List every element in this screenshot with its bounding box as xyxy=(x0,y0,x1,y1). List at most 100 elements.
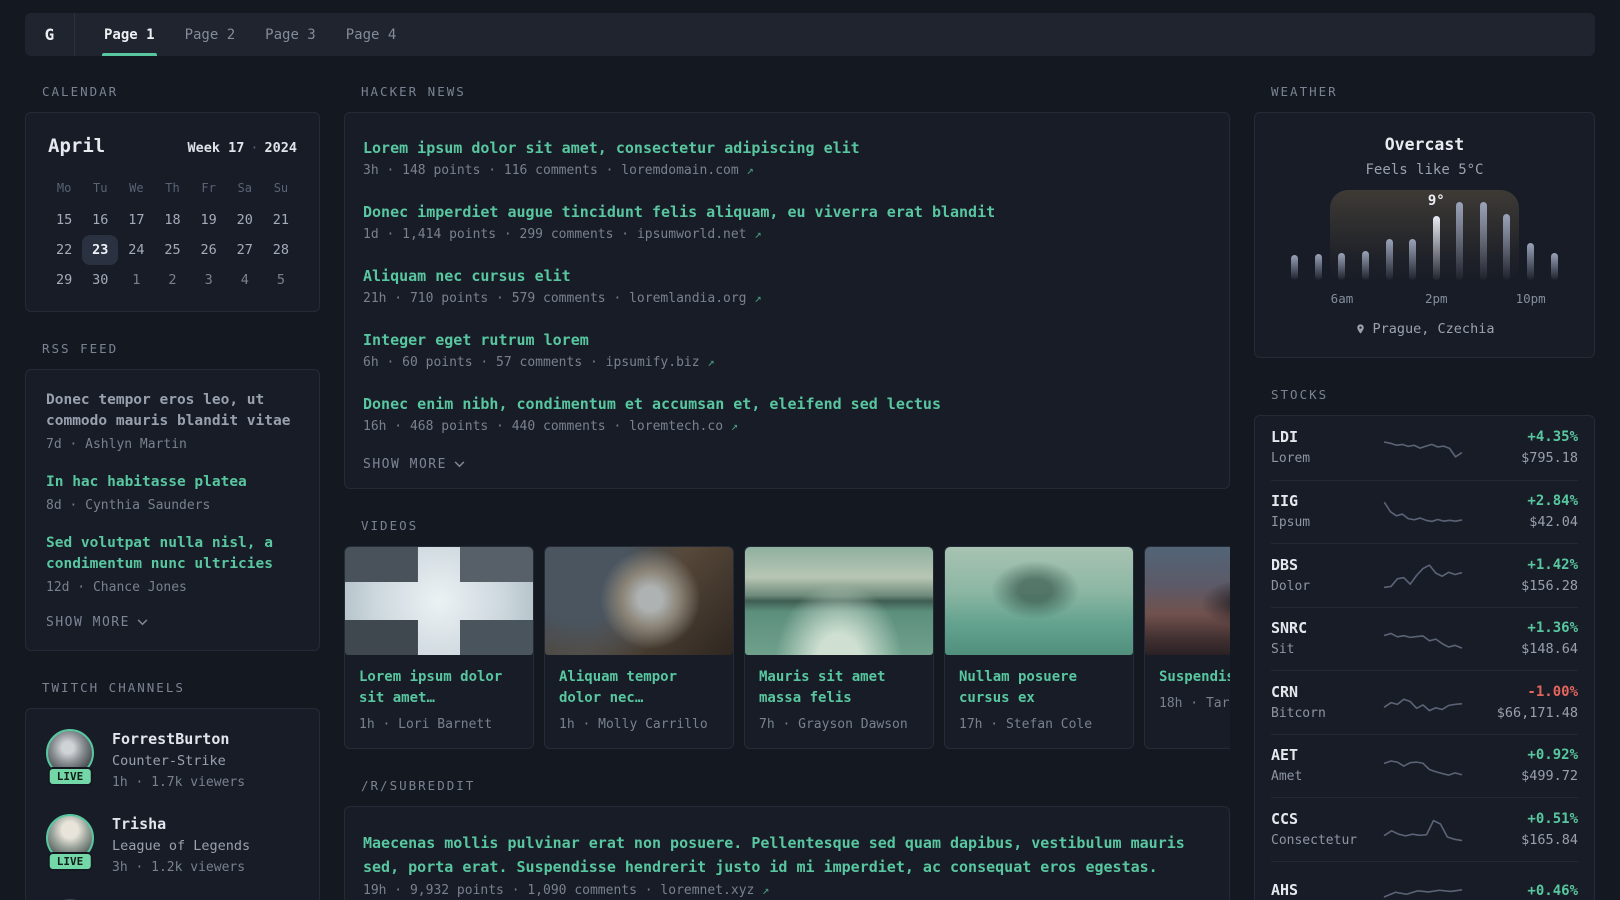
weekday-label: We xyxy=(129,181,144,195)
external-link-icon: ↗ xyxy=(746,163,754,177)
calendar-section: CALENDAR April Week 17 · 2024 Mo Tu We Th … xyxy=(25,84,320,312)
hn-domain-link[interactable]: ipsumworld.net ↗ xyxy=(637,227,762,242)
stock-row[interactable]: DBS Dolor +1.42% $156.28 xyxy=(1271,543,1578,607)
video-title-link[interactable]: Nullam posuere cursus ex xyxy=(959,667,1119,709)
hn-domain: ipsumworld.net xyxy=(636,227,747,242)
stock-row[interactable]: AET Amet +0.92% $499.72 xyxy=(1271,733,1578,798)
stock-row[interactable]: LDI Lorem +4.35% $795.18 xyxy=(1271,416,1578,480)
calendar-day: 21 xyxy=(272,212,290,228)
live-badge: LIVE xyxy=(47,852,93,871)
weather-bar-current xyxy=(1432,216,1440,280)
rss-item-link[interactable]: Sed volutpat nulla nisl, a condimentum n… xyxy=(46,533,299,575)
hn-item-meta: 6h · 60 points · 57 comments · ipsumify.… xyxy=(363,353,1211,372)
video-title-link[interactable]: Suspendisse diam xyxy=(1159,667,1230,688)
hn-show-more-button[interactable]: SHOW MORE xyxy=(363,457,465,472)
page-tabs: Page 1 Page 2 Page 3 Page 4 xyxy=(75,13,411,56)
video-title-link[interactable]: Lorem ipsum dolor sit amet consectetu… xyxy=(359,667,519,709)
section-label-twitch: TWITCH CHANNELS xyxy=(42,680,185,695)
reddit-domain: loremnet.xyz xyxy=(660,883,755,898)
video-card[interactable]: Mauris sit amet massa felis 7h · Grayson… xyxy=(744,546,934,749)
hn-item-link[interactable]: Donec enim nibh, condimentum et accumsan… xyxy=(363,393,1211,415)
reddit-post-link[interactable]: Maecenas mollis pulvinar erat non posuer… xyxy=(363,831,1211,879)
hn-meta-text: 6h · 60 points · 57 comments · xyxy=(363,355,606,370)
video-card[interactable]: Lorem ipsum dolor sit amet consectetu… 1… xyxy=(344,546,534,749)
hn-item-link[interactable]: Aliquam nec cursus elit xyxy=(363,265,1211,287)
video-meta: 18h · Tara xyxy=(1159,696,1230,711)
tab-page-4[interactable]: Page 4 xyxy=(331,13,412,56)
hn-item-link[interactable]: Integer eget rutrum lorem xyxy=(363,329,1211,351)
reddit-meta-text: 19h · 9,932 points · 1,090 comments · xyxy=(363,883,661,898)
rss-section: RSS FEED Donec tempor eros leo, ut commo… xyxy=(25,341,320,651)
stock-price: $165.84 xyxy=(1521,831,1578,848)
hn-domain-link[interactable]: loremtech.co ↗ xyxy=(629,419,738,434)
stock-symbol: IIG xyxy=(1271,492,1299,511)
stock-symbol: CCS xyxy=(1271,809,1299,828)
twitch-section: TWITCH CHANNELS LIVE ForrestBurton Count… xyxy=(25,680,320,900)
calendar-day-next-month: 2 xyxy=(168,272,177,288)
calendar-weekday-row: Mo Tu We Th Fr Sa Su xyxy=(46,173,299,205)
channel-info: Trisha League of Legends 3h · 1.2k viewe… xyxy=(112,814,250,877)
hn-item-link[interactable]: Lorem ipsum dolor sit amet, consectetur … xyxy=(363,137,1211,159)
stock-change: -1.00% xyxy=(1527,683,1578,700)
weekday-label: Fr xyxy=(201,181,216,195)
stock-sparkline xyxy=(1383,685,1463,719)
video-thumbnail xyxy=(345,547,533,655)
tab-label: Page 1 xyxy=(104,26,155,43)
time-label: 10pm xyxy=(1515,291,1546,306)
video-card[interactable]: Suspendisse diam 18h · Tara xyxy=(1144,546,1230,749)
channel-game: Counter-Strike xyxy=(112,753,226,769)
stock-row[interactable]: CRN Bitcorn -1.00% $66,171.48 xyxy=(1271,670,1578,734)
show-more-label: SHOW MORE xyxy=(46,615,130,630)
stock-row[interactable]: CCS Consectetur +0.51% $165.84 xyxy=(1271,797,1578,861)
channel-meta: 1h · 1.7k viewers xyxy=(112,775,246,790)
stock-symbol: SNRC xyxy=(1271,619,1308,638)
twitch-channel-row[interactable]: LIVE ForrestBurton Counter-Strike 1h · 1… xyxy=(46,729,299,792)
rss-item-link[interactable]: In hac habitasse platea xyxy=(46,472,299,493)
stock-sparkline xyxy=(1383,749,1463,783)
rss-item-link[interactable]: Donec tempor eros leo, ut commodo mauris… xyxy=(46,390,299,432)
tab-label: Page 3 xyxy=(265,26,316,43)
hn-item: Aliquam nec cursus elit 21h · 710 points… xyxy=(363,265,1211,308)
hn-domain-link[interactable]: ipsumify.biz ↗ xyxy=(606,355,715,370)
section-label-weather: WEATHER xyxy=(1271,84,1338,99)
calendar-day: 19 xyxy=(200,212,217,228)
stock-row[interactable]: IIG Ipsum +2.84% $42.04 xyxy=(1271,479,1578,544)
twitch-channel-row[interactable]: LIVE Trisha League of Legends 3h · 1.2k … xyxy=(46,814,299,877)
hn-item-meta: 16h · 468 points · 440 comments · loremt… xyxy=(363,417,1211,436)
video-card[interactable]: Nullam posuere cursus ex 17h · Stefan Co… xyxy=(944,546,1134,749)
calendar-day-next-month: 3 xyxy=(204,272,213,288)
rss-show-more-button[interactable]: SHOW MORE xyxy=(46,615,148,630)
video-meta: 7h · Grayson Dawson xyxy=(759,717,908,732)
video-card[interactable]: Aliquam tempor dolor nec pharetra… 1h · … xyxy=(544,546,734,749)
video-thumbnail xyxy=(945,547,1133,655)
weather-widget: Overcast Feels like 5°C 9° 6am 2pm 10pm Pra… xyxy=(1254,112,1595,358)
weather-condition: Overcast xyxy=(1384,135,1465,154)
video-thumbnail xyxy=(745,547,933,655)
calendar-day-grid: 15 16 17 18 19 20 21 22 23 24 25 26 27 2… xyxy=(46,205,299,295)
channel-name: Trisha xyxy=(112,815,167,833)
stock-row[interactable]: SNRC Sit +1.36% $148.64 xyxy=(1271,606,1578,671)
reddit-domain-link[interactable]: loremnet.xyz ↗ xyxy=(660,883,769,898)
app-logo[interactable]: G xyxy=(25,13,75,56)
tab-page-2[interactable]: Page 2 xyxy=(170,13,251,56)
stock-row[interactable]: AHS +0.46% xyxy=(1271,860,1578,900)
stock-price: $795.18 xyxy=(1521,450,1578,467)
video-thumbnail xyxy=(545,547,733,655)
hn-domain-link[interactable]: loremlandia.org ↗ xyxy=(629,291,761,306)
video-title-link[interactable]: Mauris sit amet massa felis xyxy=(759,667,919,709)
section-label-calendar: CALENDAR xyxy=(42,84,119,99)
hn-item-link[interactable]: Donec imperdiet augue tincidunt felis al… xyxy=(363,201,1211,223)
weather-bar xyxy=(1527,242,1535,280)
hn-domain-link[interactable]: loremdomain.com ↗ xyxy=(621,163,753,178)
calendar-day: 26 xyxy=(200,242,217,258)
video-thumbnail xyxy=(1145,547,1230,655)
calendar-day: 24 xyxy=(128,242,145,258)
stock-name: Ipsum xyxy=(1271,515,1311,531)
tab-page-1[interactable]: Page 1 xyxy=(89,13,170,56)
tab-page-3[interactable]: Page 3 xyxy=(250,13,331,56)
weather-bar xyxy=(1314,254,1322,280)
calendar-header: April Week 17 · 2024 xyxy=(48,135,297,157)
video-title-link[interactable]: Aliquam tempor dolor nec pharetra… xyxy=(559,667,719,709)
calendar-day: 28 xyxy=(272,242,290,258)
stock-sparkline xyxy=(1383,431,1463,465)
